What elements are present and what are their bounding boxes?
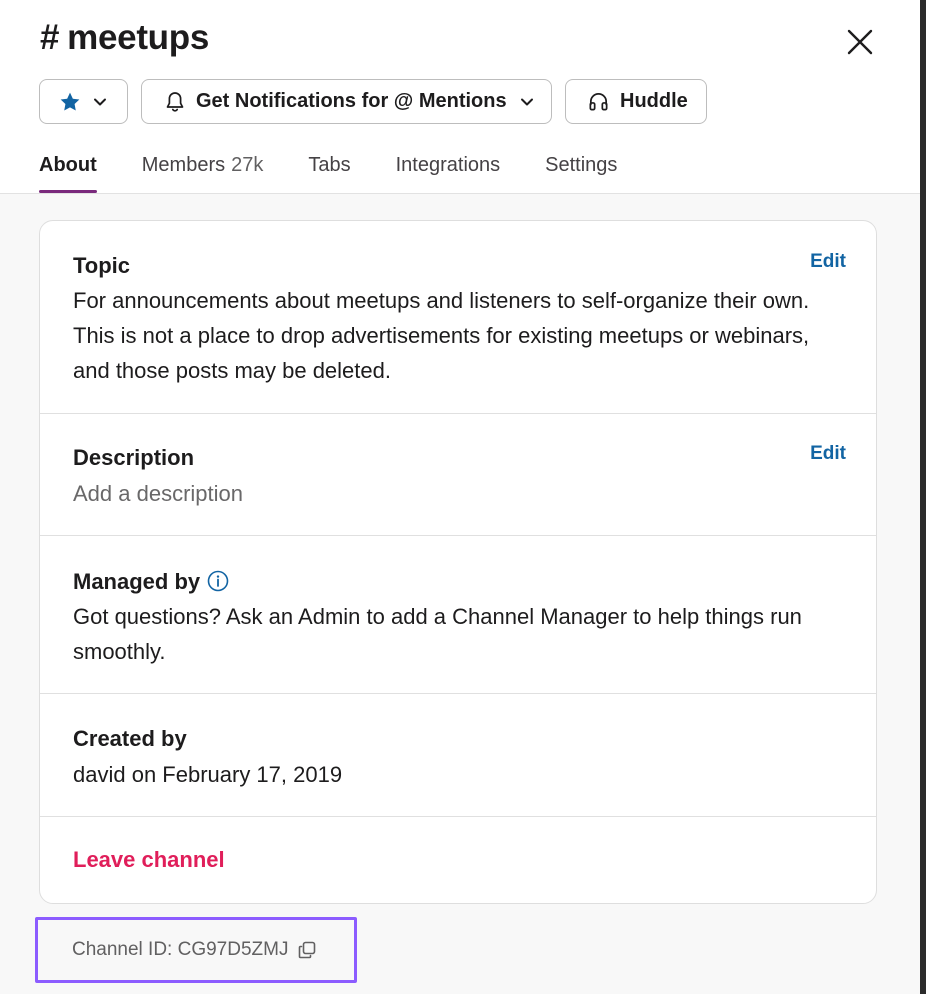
created-by-title: Created by <box>73 726 187 751</box>
about-card: Topic Edit For announcements about meetu… <box>39 220 877 904</box>
managed-by-section: Managed by Got questions? Ask an Admin t… <box>40 536 876 694</box>
chevron-down-icon <box>520 98 533 105</box>
leave-section: Leave channel <box>40 817 876 903</box>
close-button[interactable] <box>838 20 882 64</box>
notifications-label: Get Notifications for @ Mentions <box>196 90 507 112</box>
channel-name: meetups <box>67 18 210 57</box>
created-by-text: david on February 17, 2019 <box>73 762 343 787</box>
topic-section[interactable]: Topic Edit For announcements about meetu… <box>40 221 876 414</box>
members-count: 27k <box>231 154 264 176</box>
channel-hash: # <box>40 18 60 57</box>
edit-description-link[interactable]: Edit <box>810 443 846 465</box>
tab-integrations[interactable]: Integrations <box>396 141 501 193</box>
managed-by-label: Managed by <box>73 569 201 594</box>
description-title: Description <box>73 445 195 470</box>
star-icon <box>60 92 80 111</box>
tab-settings-label: Settings <box>545 154 618 176</box>
channel-id-label: Channel ID: CG97D5ZMJ <box>72 939 289 960</box>
chevron-down-icon <box>94 98 106 105</box>
created-by-section: Created by david on February 17, 2019 <box>40 694 876 817</box>
channel-id-highlight: Channel ID: CG97D5ZMJ <box>35 917 357 983</box>
close-icon <box>847 29 873 55</box>
page-title: # meetups <box>40 18 209 58</box>
star-dropdown-button[interactable] <box>39 79 128 124</box>
huddle-label: Huddle <box>620 90 688 112</box>
info-icon[interactable] <box>207 570 229 592</box>
bell-icon <box>166 91 184 112</box>
tab-settings[interactable]: Settings <box>545 141 617 193</box>
tab-tabs[interactable]: Tabs <box>308 141 350 193</box>
tab-about[interactable]: About <box>39 141 97 193</box>
description-placeholder: Add a description <box>73 481 243 506</box>
action-buttons: Get Notifications for @ Mentions Huddle <box>39 79 707 124</box>
topic-title: Topic <box>73 253 131 278</box>
tab-tabs-label: Tabs <box>308 154 351 176</box>
managed-by-text: Got questions? Ask an Admin to add a Cha… <box>73 604 802 664</box>
managed-by-title: Managed by <box>73 569 229 595</box>
channel-details-header: # meetups Get Notifications for @ Mentio… <box>0 0 920 193</box>
tab-integrations-label: Integrations <box>395 154 501 176</box>
tab-about-label: About <box>39 154 97 176</box>
huddle-button[interactable]: Huddle <box>565 79 707 124</box>
channel-id: Channel ID: CG97D5ZMJ <box>72 939 316 961</box>
tab-bar: About Members 27k Tabs Integrations Setti… <box>39 141 617 193</box>
description-section[interactable]: Description Edit Add a description <box>40 414 876 536</box>
window-edge <box>920 0 926 994</box>
notifications-button[interactable]: Get Notifications for @ Mentions <box>141 79 552 124</box>
edit-topic-link[interactable]: Edit <box>810 251 846 273</box>
tab-members-label: Members <box>141 154 226 176</box>
topic-text: For announcements about meetups and list… <box>73 288 810 383</box>
headphones-icon <box>589 93 608 111</box>
tab-members[interactable]: Members 27k <box>142 141 264 193</box>
copy-icon[interactable] <box>298 941 316 959</box>
leave-channel-button[interactable]: Leave channel <box>73 847 225 873</box>
